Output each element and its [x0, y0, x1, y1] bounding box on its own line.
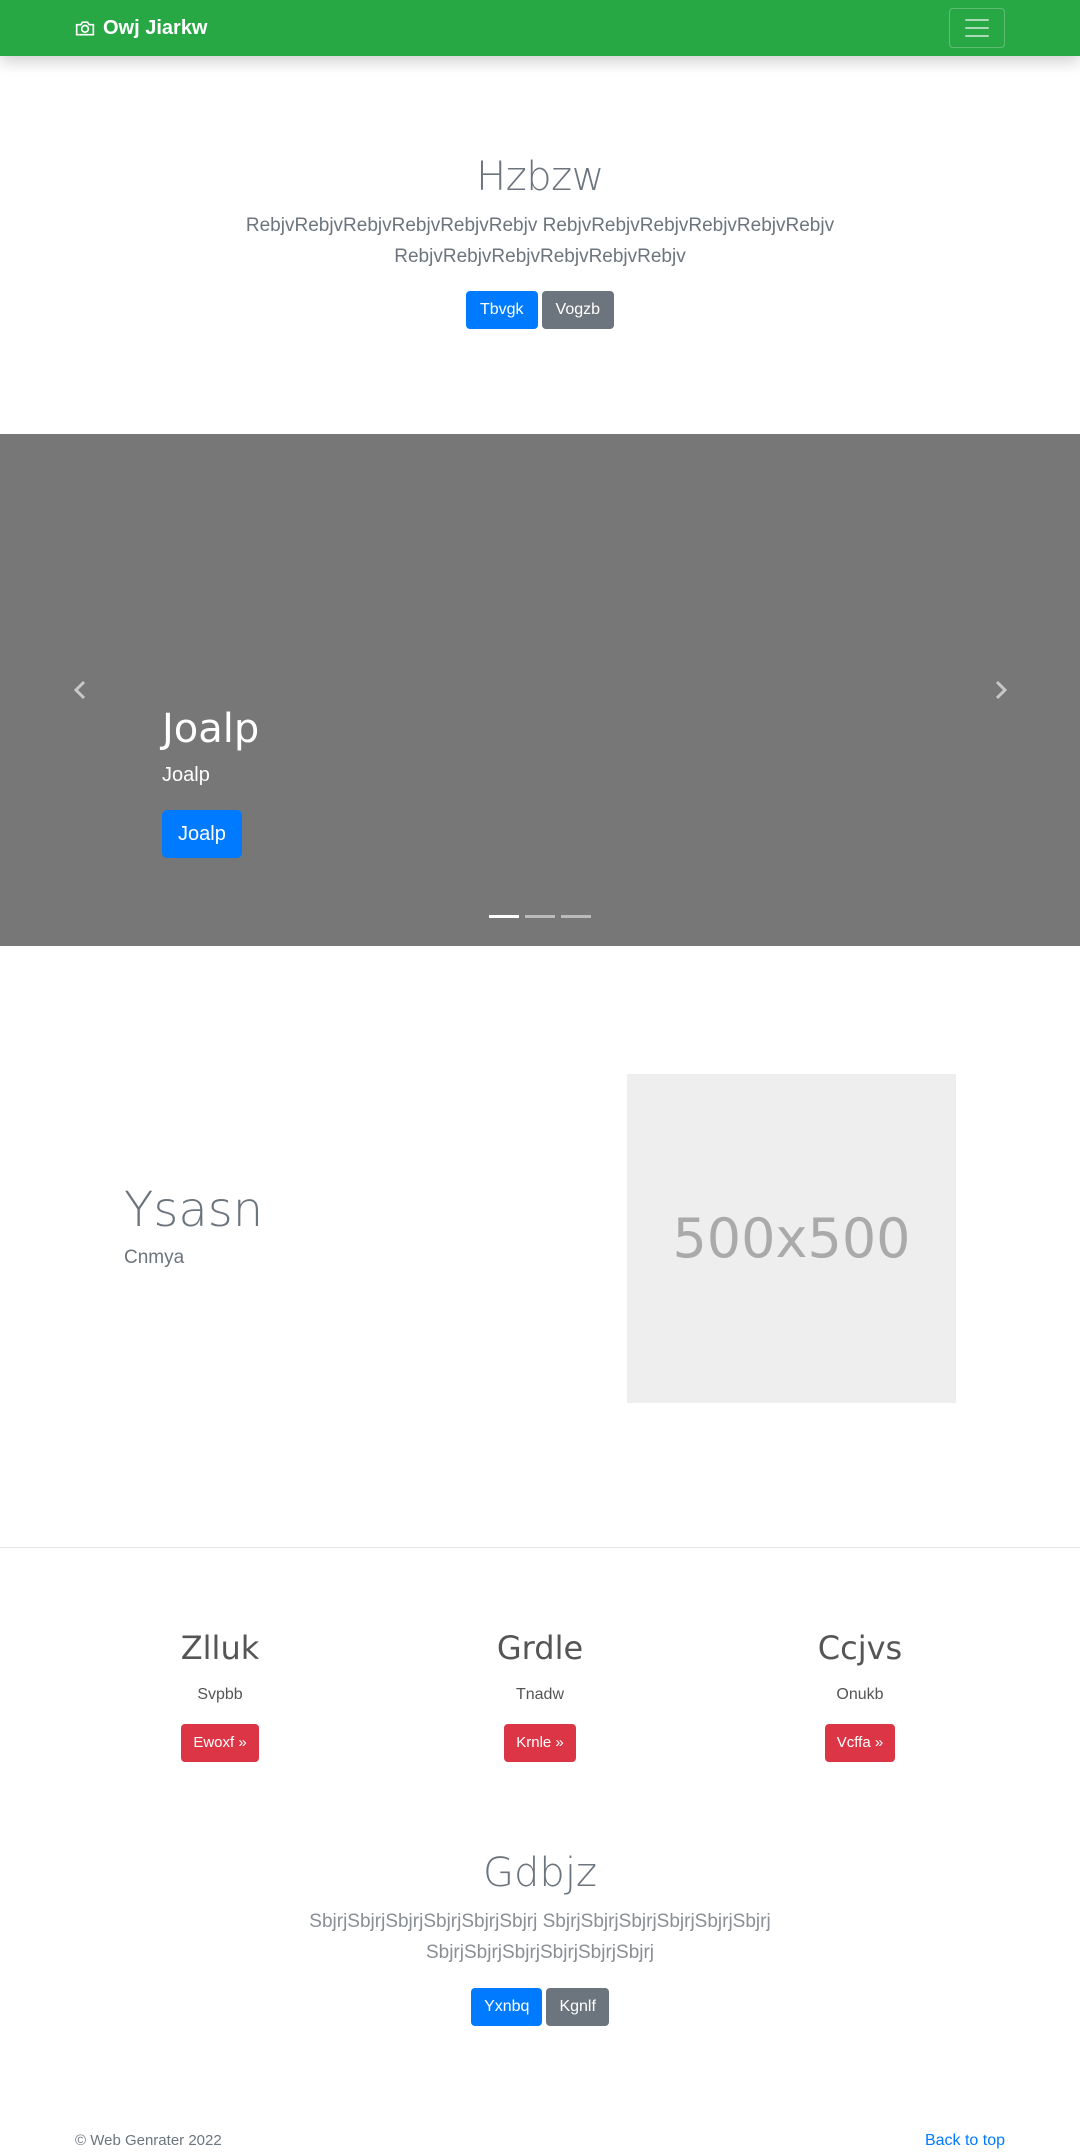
brand-text: Owj Jiarkw	[103, 17, 208, 39]
column-card: Zlluk Svpbb Ewoxf »	[70, 1624, 370, 1762]
column-title: Grdle	[496, 1629, 584, 1667]
carousel-caption-text: Joalp	[162, 764, 210, 786]
feature-title: Ysasn	[124, 1182, 264, 1238]
jumbotron-secondary-button[interactable]: Kgnlf	[546, 1988, 609, 2026]
column-text: Svpbb	[197, 1686, 243, 1703]
feature-image-placeholder: 500x500	[627, 1074, 956, 1403]
column-card: Grdle Tnadw Krnle »	[390, 1624, 690, 1762]
column-text: Tnadw	[515, 1686, 565, 1703]
column-card: Ccjvs Onukb Vcffa »	[710, 1624, 1010, 1762]
hero-lead: RebjvRebjvRebjvRebjvRebjvRebjv RebjvRebj…	[245, 215, 835, 267]
carousel-indicator[interactable]	[489, 915, 519, 918]
chevron-left-icon[interactable]	[71, 680, 91, 700]
feature-subtitle: Cnmya	[124, 1247, 185, 1268]
carousel-indicator[interactable]	[525, 915, 555, 918]
section-divider	[0, 1547, 1080, 1548]
carousel-caption-title: Joalp	[162, 706, 260, 752]
jumbotron-lead: SbjrjSbjrjSbjrjSbjrjSbjrjSbjrj SbjrjSbjr…	[309, 1911, 771, 1963]
jumbotron-buttons: Yxnbq Kgnlf	[0, 1988, 1080, 2026]
column-button[interactable]: Vcffa »	[824, 1724, 896, 1762]
placeholder-label: 500x500	[672, 1207, 911, 1270]
chevron-right-icon[interactable]	[990, 680, 1010, 700]
hero-primary-button[interactable]: Tbvgk	[465, 291, 538, 329]
camera-icon	[75, 21, 95, 36]
hero-buttons: Tbvgk Vogzb	[0, 291, 1080, 329]
column-button[interactable]: Ewoxf »	[181, 1724, 259, 1762]
column-button[interactable]: Krnle »	[504, 1724, 576, 1762]
column-text: Onukb	[836, 1686, 884, 1703]
carousel: Joalp Joalp Joalp	[0, 434, 1080, 946]
column-title: Zlluk	[180, 1629, 260, 1667]
carousel-caption-button[interactable]: Joalp	[162, 810, 242, 858]
brand-link[interactable]: Owj Jiarkw	[75, 15, 208, 41]
hamburger-icon	[965, 19, 989, 21]
jumbotron-primary-button[interactable]: Yxnbq	[471, 1988, 543, 2026]
back-to-top-link[interactable]: Back to top	[925, 2132, 1005, 2150]
hero-secondary-button[interactable]: Vogzb	[541, 291, 615, 329]
column-title: Ccjvs	[817, 1629, 903, 1667]
jumbotron-title: Gdbjz	[483, 1850, 597, 1896]
footer-copyright: © Web Genrater 2022	[75, 2132, 222, 2149]
hero-title: Hzbzw	[476, 154, 604, 200]
navbar: Owj Jiarkw	[0, 0, 1080, 56]
carousel-indicators	[0, 915, 1080, 918]
carousel-indicator[interactable]	[561, 915, 591, 918]
navbar-toggler-button[interactable]	[949, 8, 1005, 48]
